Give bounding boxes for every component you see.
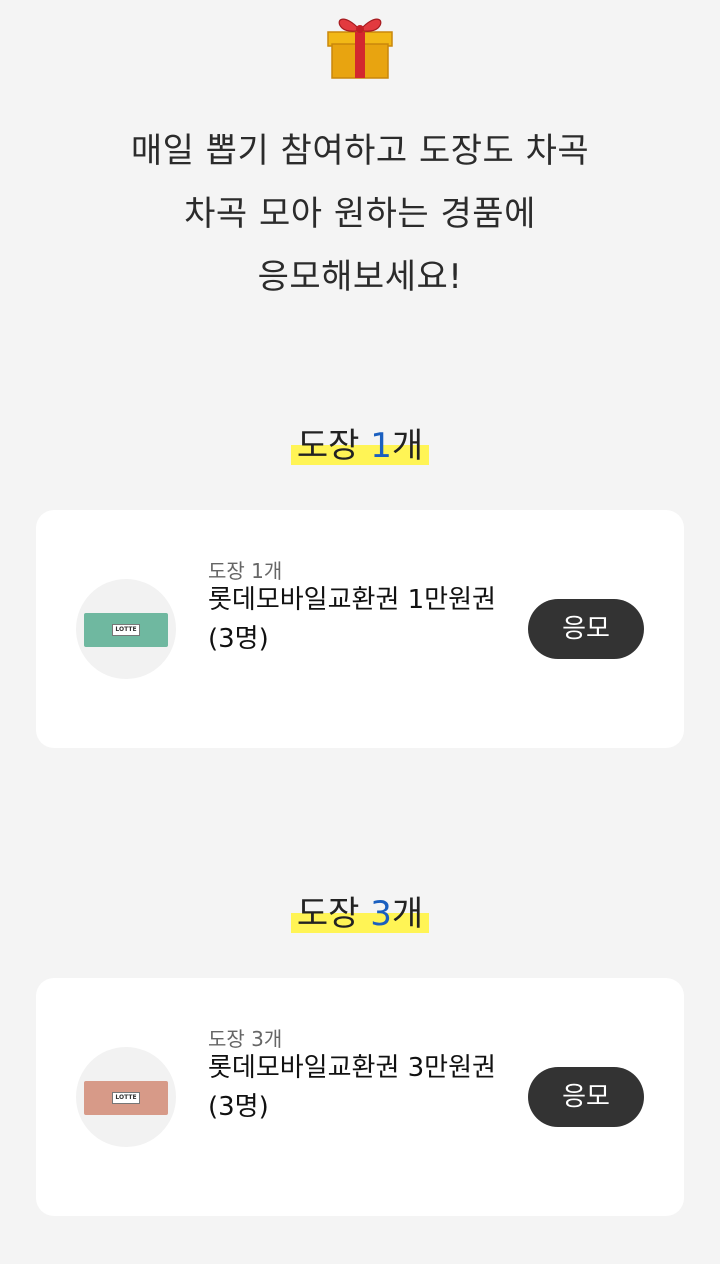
gift-box-icon (327, 18, 393, 79)
section-title-number: 3 (370, 894, 392, 934)
section-title-number: 1 (370, 426, 392, 466)
prize-thumbnail: LOTTE (76, 579, 176, 679)
section-title-stamp-1: 도장 1개 (0, 418, 720, 468)
intro-line-1: 매일 뽑기 참여하고 도장도 차곡 (130, 131, 590, 171)
highlight-marker: 도장 3개 (290, 886, 430, 935)
voucher-image: LOTTE (84, 613, 168, 647)
section-title-stamp-3: 도장 3개 (0, 886, 720, 936)
apply-button[interactable]: 응모 (528, 1067, 644, 1127)
section-title-suffix: 개 (391, 426, 424, 466)
section-title-prefix: 도장 (296, 426, 371, 466)
apply-button[interactable]: 응모 (528, 599, 644, 659)
voucher-image: LOTTE (84, 1081, 168, 1115)
voucher-logo: LOTTE (112, 1092, 140, 1104)
prize-name: 롯데모바일교환권 1만원권 (208, 585, 496, 615)
winner-count: (3명) (208, 624, 269, 654)
intro-text: 매일 뽑기 참여하고 도장도 차곡 차곡 모아 원하는 경품에 응모해보세요! (0, 120, 720, 309)
intro-line-3: 응모해보세요! (257, 257, 463, 297)
prize-info: 도장 3개 롯데모바일교환권 3만원권 (3명) (208, 1024, 508, 1122)
prize-thumbnail: LOTTE (76, 1047, 176, 1147)
prize-info: 도장 1개 롯데모바일교환권 1만원권 (3명) (208, 556, 508, 654)
section-title-suffix: 개 (391, 894, 424, 934)
intro-line-2: 차곡 모아 원하는 경품에 (184, 194, 536, 234)
voucher-logo: LOTTE (112, 624, 140, 636)
highlight-marker: 도장 1개 (290, 418, 430, 467)
prize-page: 매일 뽑기 참여하고 도장도 차곡 차곡 모아 원하는 경품에 응모해보세요! … (0, 0, 720, 1264)
stamp-requirement: 도장 1개 (208, 559, 283, 583)
winner-count: (3명) (208, 1092, 269, 1122)
prize-card-1: LOTTE 도장 1개 롯데모바일교환권 1만원권 (3명) 응모 (36, 510, 684, 748)
prize-name: 롯데모바일교환권 3만원권 (208, 1053, 496, 1083)
section-title-prefix: 도장 (296, 894, 371, 934)
prize-card-2: LOTTE 도장 3개 롯데모바일교환권 3만원권 (3명) 응모 (36, 978, 684, 1216)
stamp-requirement: 도장 3개 (208, 1027, 283, 1051)
